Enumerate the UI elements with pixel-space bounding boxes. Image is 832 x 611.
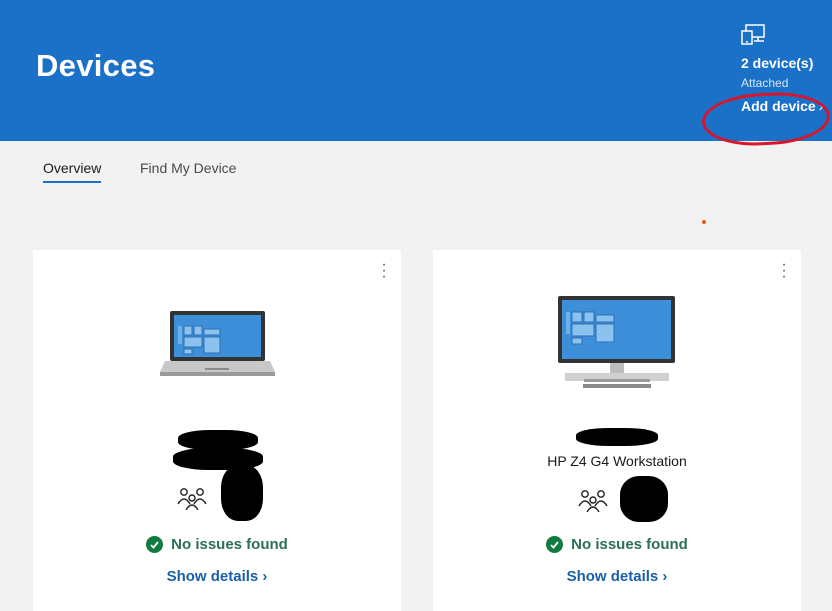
redaction-mark — [620, 476, 668, 522]
chevron-right-icon: › — [262, 568, 268, 585]
redaction-mark — [178, 430, 258, 450]
desktop-icon — [558, 296, 675, 388]
status-text: No issues found — [171, 536, 288, 553]
status-row: No issues found — [33, 536, 401, 553]
chevron-right-icon: › — [662, 568, 668, 585]
family-group-icon — [578, 490, 608, 512]
tab-overview[interactable]: Overview — [43, 160, 102, 183]
device-name: HP Z4 G4 Workstation — [547, 453, 687, 469]
device-card[interactable]: · · · HP Z4 G4 Workstation No issues found… — [433, 250, 801, 611]
check-circle-icon — [146, 536, 164, 553]
show-details-link[interactable]: Show details › — [433, 568, 801, 585]
laptop-icon — [160, 311, 275, 376]
show-details-label: Show details — [166, 568, 259, 585]
notification-dot — [702, 220, 706, 224]
devices-icon — [741, 24, 765, 45]
redaction-mark — [576, 428, 658, 446]
device-count: 2 device(s) — [741, 55, 814, 71]
attached-label: Attached — [741, 76, 789, 90]
show-details-label: Show details — [566, 568, 659, 585]
check-circle-icon — [546, 536, 564, 553]
status-row: No issues found — [433, 536, 801, 553]
page-title: Devices — [36, 48, 156, 83]
tab-find-my-device[interactable]: Find My Device — [140, 160, 236, 181]
family-group-icon — [177, 488, 207, 510]
show-details-link[interactable]: Show details › — [33, 568, 401, 585]
redaction-mark — [221, 465, 263, 521]
status-text: No issues found — [571, 536, 688, 553]
device-card[interactable]: · · · No issues found Show details › — [33, 250, 401, 611]
